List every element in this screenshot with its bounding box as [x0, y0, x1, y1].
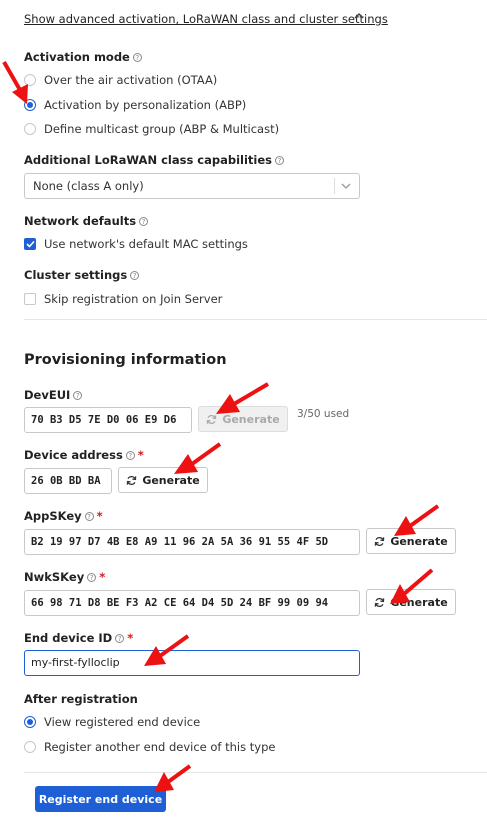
question-circle-icon[interactable]: ?	[130, 271, 140, 280]
refresh-icon	[375, 536, 385, 546]
question-circle-icon[interactable]: ?	[73, 391, 83, 400]
after-registration-label: After registration	[24, 692, 138, 706]
refresh-icon	[375, 597, 385, 607]
question-circle-icon[interactable]: ?	[275, 156, 285, 165]
required-mark: *	[96, 509, 103, 523]
radio-register-another[interactable]: Register another end device of this type	[24, 740, 275, 754]
refresh-icon	[207, 414, 217, 424]
radio-button[interactable]	[24, 123, 36, 135]
device-address-label: Device address? *	[24, 448, 144, 462]
dev-eui-generate-button[interactable]: Generate	[198, 406, 288, 432]
skip-join-server-checkbox[interactable]: Skip registration on Join Server	[24, 292, 222, 306]
radio-button[interactable]	[24, 716, 36, 728]
radio-otaa[interactable]: Over the air activation (OTAA)	[24, 73, 217, 87]
end-device-id-input[interactable]: my-first-fylloclip	[24, 650, 360, 676]
footer-divider	[24, 772, 487, 773]
radio-button[interactable]	[24, 741, 36, 753]
dev-eui-usage-count: 3/50 used	[297, 408, 350, 420]
device-address-generate-button[interactable]: Generate	[118, 467, 208, 493]
advanced-settings-toggle[interactable]: Show advanced activation, LoRaWAN class …	[24, 12, 388, 26]
cluster-settings-label: Cluster settings?	[24, 268, 140, 282]
question-circle-icon[interactable]: ?	[132, 53, 142, 62]
checkmark-icon	[25, 240, 35, 248]
radio-button[interactable]	[24, 74, 36, 86]
question-circle-icon[interactable]: ?	[87, 573, 97, 582]
dev-eui-input[interactable]: 70 B3 D5 7E D0 06 E9 D6	[24, 407, 192, 433]
app-s-key-generate-button[interactable]: Generate	[366, 528, 456, 554]
radio-button[interactable]	[24, 99, 36, 111]
class-capabilities-label: Additional LoRaWAN class capabilities?	[24, 153, 285, 167]
refresh-icon	[127, 475, 137, 485]
nwk-s-key-label: NwkSKey? *	[24, 570, 106, 584]
question-circle-icon[interactable]: ?	[115, 634, 125, 643]
required-mark: *	[99, 570, 106, 584]
radio-view-registered[interactable]: View registered end device	[24, 715, 200, 729]
app-s-key-label: AppSKey? *	[24, 509, 103, 523]
select-divider	[334, 178, 335, 194]
class-capabilities-select[interactable]: None (class A only)	[24, 173, 360, 199]
chevron-up-icon[interactable]	[352, 9, 366, 23]
question-circle-icon[interactable]: ?	[139, 217, 149, 226]
end-device-id-label: End device ID? *	[24, 631, 134, 645]
nwk-s-key-generate-button[interactable]: Generate	[366, 589, 456, 615]
provisioning-heading: Provisioning information	[24, 352, 227, 368]
question-circle-icon[interactable]: ?	[84, 512, 94, 521]
network-defaults-label: Network defaults?	[24, 214, 149, 228]
checkbox[interactable]	[24, 293, 36, 305]
checkbox[interactable]	[24, 238, 36, 250]
register-end-device-button[interactable]: Register end device	[35, 786, 166, 812]
chevron-down-icon	[341, 183, 351, 189]
network-defaults-checkbox[interactable]: Use network's default MAC settings	[24, 237, 248, 251]
activation-mode-label: Activation mode?	[24, 50, 142, 64]
radio-multicast[interactable]: Define multicast group (ABP & Multicast)	[24, 122, 279, 136]
required-mark: *	[137, 448, 144, 462]
radio-abp[interactable]: Activation by personalization (ABP)	[24, 98, 246, 112]
dev-eui-label: DevEUI?	[24, 388, 83, 402]
question-circle-icon[interactable]: ?	[125, 451, 135, 460]
section-divider	[24, 319, 487, 320]
app-s-key-input[interactable]: B2 19 97 D7 4B E8 A9 11 96 2A 5A 36 91 5…	[24, 529, 360, 555]
nwk-s-key-input[interactable]: 66 98 71 D8 BE F3 A2 CE 64 D4 5D 24 BF 9…	[24, 590, 360, 616]
required-mark: *	[127, 631, 134, 645]
device-address-input[interactable]: 26 0B BD BA	[24, 468, 112, 494]
